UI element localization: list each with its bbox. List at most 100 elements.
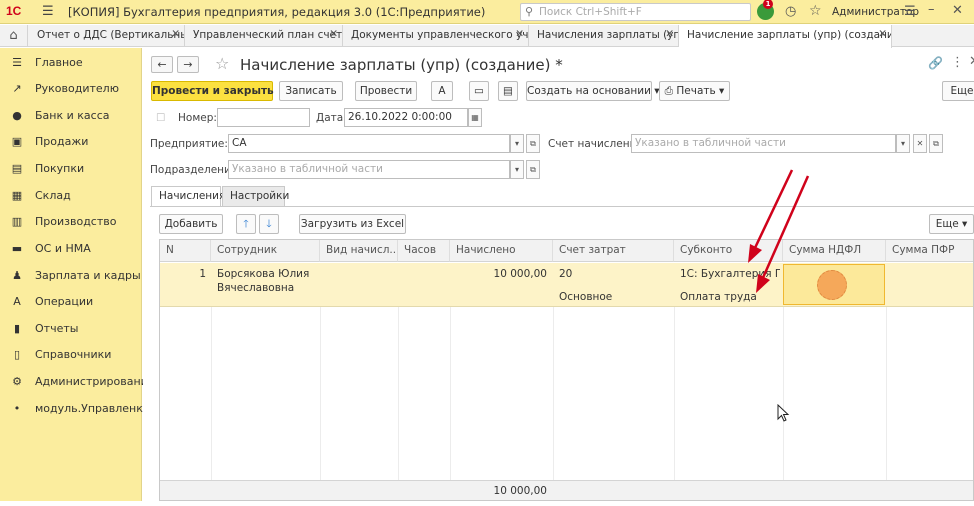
document-form: ← → ☆ Начисление зарплаты (упр) (создани…	[143, 48, 974, 501]
number-label: Номер:	[178, 112, 217, 124]
document-icon[interactable]: ▤	[498, 81, 518, 101]
sidebar-item-label: Отчеты	[35, 322, 79, 335]
sidebar-item-label: Справочники	[35, 348, 112, 361]
close-tab-icon[interactable]: ✕	[878, 28, 887, 40]
calendar-icon[interactable]: ▦	[468, 108, 482, 127]
sidebar-item-manager[interactable]: ↗ Руководителю	[0, 76, 142, 102]
company-input[interactable]: СА	[228, 134, 510, 153]
employee-name-line2: Вячеславовна	[217, 282, 295, 294]
notification-badge: 1	[763, 0, 773, 9]
title-bar: 1С ☰ [КОПИЯ] Бухгалтерия предприятия, ре…	[0, 0, 974, 24]
sidebar-item-warehouse[interactable]: ▦ Склад	[0, 183, 142, 209]
department-input[interactable]: Указано в табличной части	[228, 160, 510, 179]
sidebar-item-assets[interactable]: ▬ ОС и НМА	[0, 236, 142, 262]
account-input[interactable]: Указано в табличной части	[631, 134, 896, 153]
dt-kt-icon[interactable]: A	[431, 81, 453, 101]
column-header[interactable]: N	[160, 240, 211, 262]
column-header[interactable]: Счет затрат	[553, 240, 674, 262]
accrued-cell[interactable]: 10 000,00	[450, 268, 547, 280]
favorites-star-icon[interactable]: ☆	[809, 3, 822, 19]
column-header[interactable]: Сумма ПФР	[886, 240, 973, 262]
more-button[interactable]: Еще	[942, 81, 974, 101]
post-and-close-button[interactable]: Провести и закрыть	[151, 81, 274, 101]
more-vertical-icon[interactable]: ⋮	[951, 55, 964, 70]
company-dropdown-icon[interactable]: ▾	[510, 134, 524, 153]
post-button[interactable]: Провести	[355, 81, 417, 101]
close-tab-icon[interactable]: ✕	[515, 28, 524, 40]
global-search-input[interactable]: ⚲ Поиск Ctrl+Shift+F	[520, 3, 751, 21]
account-dropdown-icon[interactable]: ▾	[896, 134, 910, 153]
sidebar-item-operations[interactable]: A Операции	[0, 289, 142, 315]
sidebar-item-reports[interactable]: ▮ Отчеты	[0, 316, 142, 342]
menu-icon: ☰	[12, 56, 22, 69]
cost-account-sub-cell[interactable]: Основное	[559, 291, 612, 303]
sidebar-item-bank[interactable]: ● Банк и касса	[0, 103, 142, 129]
tab-payroll-create[interactable]: Начисление зарплаты (упр) (создание) * ✕	[679, 25, 892, 48]
close-window-icon[interactable]: ✕	[952, 3, 963, 18]
report-icon: ▮	[13, 322, 21, 335]
add-row-button[interactable]: Добавить	[159, 214, 223, 234]
date-input[interactable]: 26.10.2022 0:00:00	[344, 108, 468, 127]
favorite-star-icon[interactable]: ☆	[215, 54, 229, 73]
employee-name-line1[interactable]: Борсякова Юлия	[217, 268, 309, 280]
checkbox-icon[interactable]: ☐	[156, 112, 165, 124]
tab-settings[interactable]: Настройки	[222, 186, 289, 206]
move-down-icon[interactable]: 🡓	[259, 214, 279, 234]
sidebar-item-admin[interactable]: ⚙ Администрирование	[0, 369, 155, 395]
cost-account-cell[interactable]: 20	[559, 268, 572, 280]
forward-button[interactable]: →	[177, 56, 199, 73]
close-form-icon[interactable]: ✕	[969, 54, 974, 69]
hamburger-menu-icon[interactable]: ☰	[42, 4, 54, 19]
tab-chart-of-accounts[interactable]: Управленческий план счетов ✕	[185, 25, 343, 47]
sidebar-item-module[interactable]: • модуль.Управленка	[0, 396, 150, 422]
department-dropdown-icon[interactable]: ▾	[510, 160, 524, 179]
create-based-on-button[interactable]: Создать на основании ▾	[526, 81, 660, 101]
annotation-arrows	[748, 169, 810, 293]
history-icon[interactable]: ◷	[785, 4, 796, 19]
back-button[interactable]: ←	[151, 56, 173, 73]
link-icon[interactable]: 🔗	[928, 56, 943, 70]
structure-icon[interactable]: ▭	[469, 81, 489, 101]
column-header[interactable]: Вид начисл...	[320, 240, 398, 262]
sidebar-item-label: ОС и НМА	[35, 242, 91, 255]
sidebar-item-main[interactable]: ☰ Главное	[0, 50, 142, 76]
sidebar-item-payroll[interactable]: ♟ Зарплата и кадры	[0, 263, 142, 289]
column-header[interactable]: Сотрудник	[211, 240, 320, 262]
tab-mgmt-documents[interactable]: Документы управленческого учета ✕	[343, 25, 529, 47]
table-more-button[interactable]: Еще ▾	[929, 214, 974, 234]
accruals-table[interactable]: N Сотрудник Вид начисл... Часов Начислен…	[159, 239, 974, 501]
tab-dds-report[interactable]: Отчет о ДДС (Вертикальный) ✕	[29, 25, 185, 47]
close-tab-icon[interactable]: ✕	[329, 28, 338, 40]
chart-line-icon: ↗	[12, 82, 22, 95]
module-icon: •	[13, 402, 21, 415]
sidebar-item-label: Производство	[35, 215, 117, 228]
save-button[interactable]: Записать	[279, 81, 343, 101]
home-icon[interactable]: ⌂	[0, 25, 28, 47]
sidebar-item-purchases[interactable]: ▤ Покупки	[0, 156, 142, 182]
number-input[interactable]	[217, 108, 310, 127]
sidebar-item-catalogs[interactable]: ▯ Справочники	[0, 342, 142, 368]
department-open-icon[interactable]: ⧉	[526, 160, 540, 179]
person-icon: ♟	[12, 269, 22, 282]
sidebar-item-production[interactable]: ▥ Производство	[0, 209, 142, 235]
settings-menu-icon[interactable]: ☰	[904, 4, 916, 19]
close-tab-icon[interactable]: ✕	[171, 28, 180, 40]
page-title: Начисление зарплаты (упр) (создание) *	[240, 56, 563, 74]
minimize-icon[interactable]: –	[928, 2, 935, 17]
close-tab-icon[interactable]: ✕	[665, 28, 674, 40]
table-row[interactable]: 1 Борсякова Юлия Вячеславовна 10 000,00 …	[160, 263, 973, 307]
load-from-excel-button[interactable]: Загрузить из Excel	[299, 214, 406, 234]
account-open-icon[interactable]: ⧉	[929, 134, 943, 153]
account-clear-icon[interactable]: ✕	[913, 134, 927, 153]
notifications-icon[interactable]: 1	[757, 0, 774, 20]
factory-icon: ▥	[11, 215, 23, 228]
print-button[interactable]: ⎙ Печать ▾	[659, 81, 730, 101]
column-header[interactable]: Начислено	[450, 240, 553, 262]
column-header[interactable]: Часов	[398, 240, 450, 262]
sidebar-item-sales[interactable]: ▣ Продажи	[0, 129, 142, 155]
tab-accruals[interactable]: Начисления	[151, 186, 225, 207]
company-open-icon[interactable]: ⧉	[526, 134, 540, 153]
move-up-icon[interactable]: 🡑	[236, 214, 256, 234]
tab-payroll-list[interactable]: Начисления зарплаты (упр) ✕	[529, 25, 679, 47]
date-label: Дата:	[316, 112, 347, 124]
